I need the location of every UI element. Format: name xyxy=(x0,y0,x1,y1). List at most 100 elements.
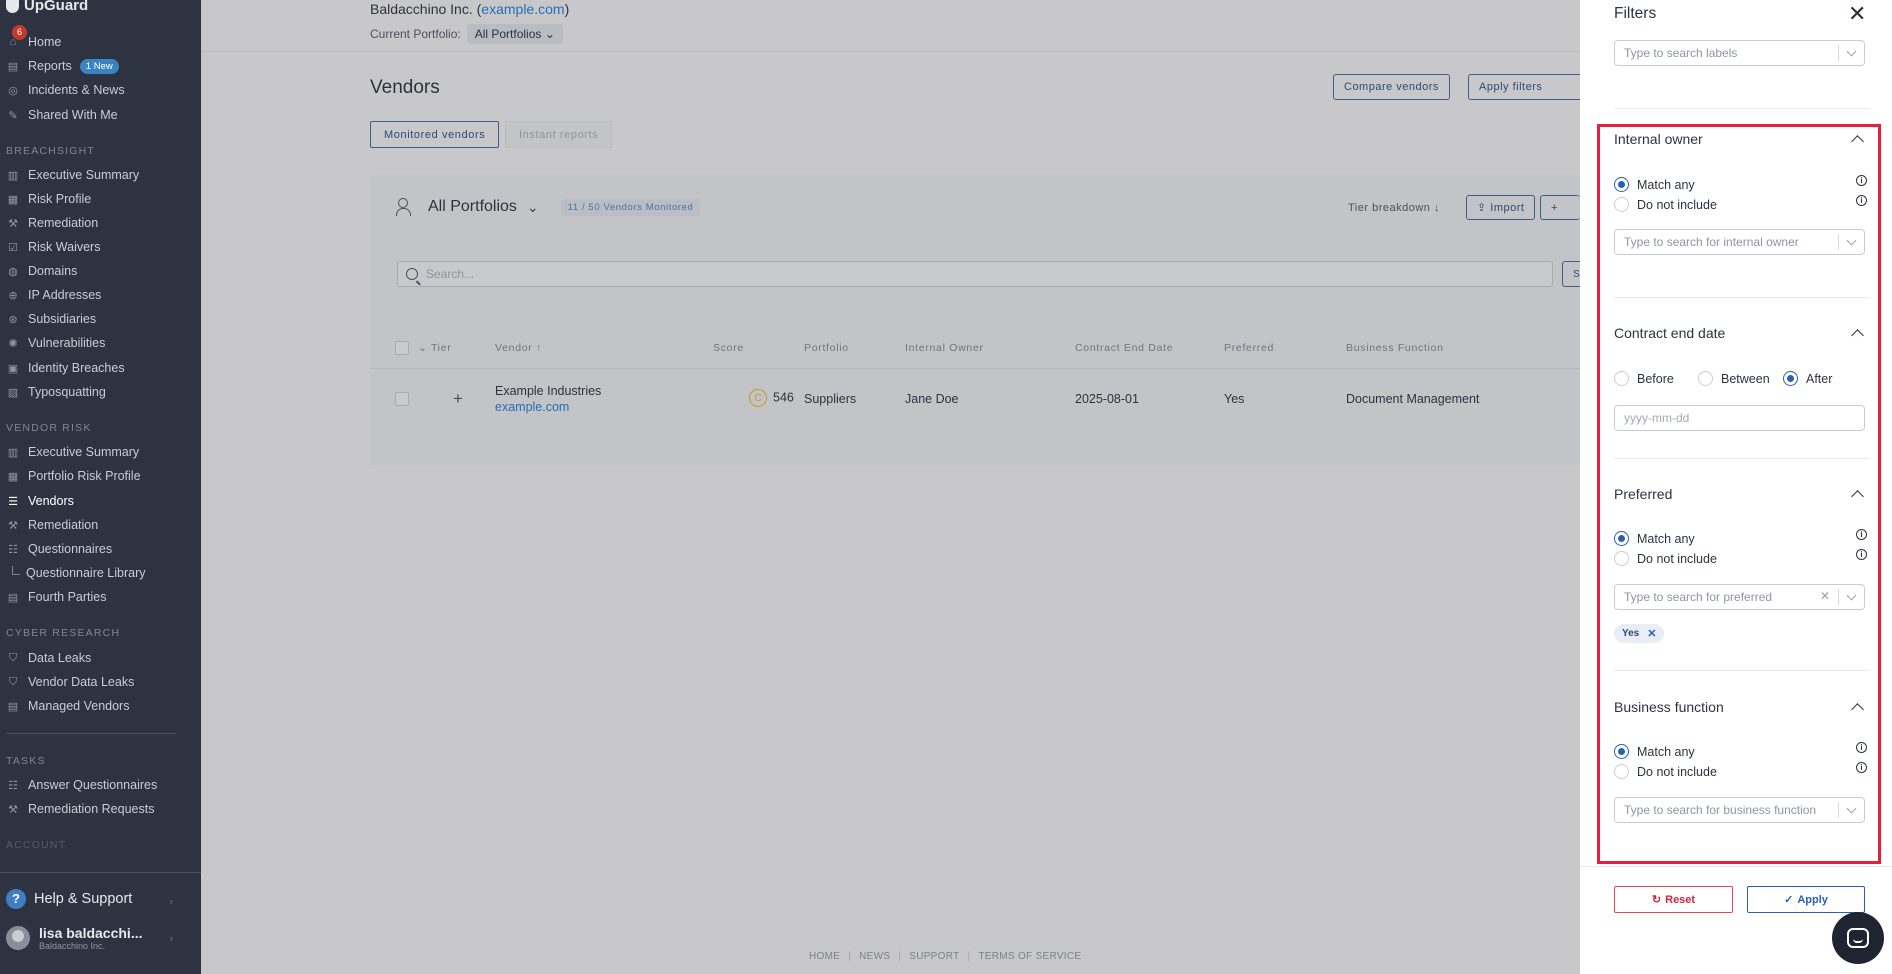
sidebar-item-label: Data Leaks xyxy=(28,651,92,665)
vendor-owner: Jane Doe xyxy=(905,392,959,406)
column-header-vendor[interactable]: Vendor ↑ xyxy=(495,342,542,354)
compare-vendors-button[interactable]: Compare vendors xyxy=(1333,74,1450,100)
footer-link-news[interactable]: NEWS xyxy=(859,951,890,962)
chat-launcher-button[interactable] xyxy=(1832,912,1884,964)
sidebar: UpGuard 6 ⌂ Home ▤ Reports 1 New ◎ Incidents… xyxy=(0,0,201,974)
sidebar-item-label: Vulnerabilities xyxy=(28,336,106,350)
sidebar-item-bs-remediation[interactable]: ⚒ Remediation xyxy=(0,213,98,233)
risk-icon: ▦ xyxy=(7,193,19,206)
sidebar-item-questionnaire-library[interactable]: Questionnaire Library xyxy=(12,563,146,583)
sidebar-item-answer-questionnaires[interactable]: ☷ Answer Questionnaires xyxy=(0,775,157,795)
managed-icon: ▤ xyxy=(7,700,19,713)
sidebar-item-risk-profile[interactable]: ▦ Risk Profile xyxy=(0,189,91,209)
sidebar-item-questionnaires[interactable]: ☷ Questionnaires xyxy=(0,539,112,559)
chevron-down-icon: ⌄ xyxy=(544,27,555,41)
sidebar-item-label: Subsidiaries xyxy=(28,312,97,326)
portfolio-value: All Portfolios xyxy=(474,27,542,41)
sidebar-item-subsidiaries[interactable]: ⊛ Subsidiaries xyxy=(0,309,96,329)
select-all-checkbox[interactable] xyxy=(395,341,409,355)
import-button[interactable]: ⇪ Import xyxy=(1466,195,1536,220)
tier-breakdown-button[interactable]: Tier breakdown ↓ xyxy=(1348,202,1440,214)
brand-logo[interactable]: UpGuard xyxy=(6,0,88,14)
sidebar-item-label: Risk Profile xyxy=(28,192,92,206)
footer-link-home[interactable]: HOME xyxy=(809,951,840,962)
sidebar-item-label: Answer Questionnaires xyxy=(28,778,158,792)
tree-branch-icon xyxy=(12,565,20,575)
sidebar-item-vendors[interactable]: ☰ Vendors xyxy=(0,491,74,511)
tab-monitored-vendors[interactable]: Monitored vendors xyxy=(370,121,500,148)
add-tier-icon[interactable]: + xyxy=(453,389,463,409)
footer-link-support[interactable]: SUPPORT xyxy=(909,951,959,962)
vendor-domain[interactable]: example.com xyxy=(495,400,569,414)
column-header-business-function[interactable]: Business Function xyxy=(1346,342,1444,354)
sidebar-item-incidents[interactable]: ◎ Incidents & News xyxy=(0,80,124,100)
column-header-portfolio[interactable]: Portfolio xyxy=(804,342,849,354)
sidebar-item-risk-waivers[interactable]: ☑ Risk Waivers xyxy=(0,237,100,257)
sidebar-item-data-leaks[interactable]: ⛉ Data Leaks xyxy=(0,648,91,668)
apply-button[interactable]: ✓ Apply xyxy=(1747,886,1865,913)
add-vendor-button[interactable]: + xyxy=(1540,195,1580,220)
shield-icon: ⛉ xyxy=(8,675,18,688)
upload-icon: ⇪ xyxy=(1477,202,1487,214)
sidebar-item-typosquatting[interactable]: ▧ Typosquatting xyxy=(0,382,106,402)
portfolio-dropdown[interactable]: All Portfolios ⌄ xyxy=(466,24,563,44)
search-icon xyxy=(406,268,418,280)
arrow-down-icon: ↓ xyxy=(1433,202,1440,214)
sidebar-item-managed-vendors[interactable]: ▤ Managed Vendors xyxy=(0,696,130,716)
sidebar-item-vulnerabilities[interactable]: ✺ Vulnerabilities xyxy=(0,333,105,353)
column-header-internal-owner[interactable]: Internal Owner xyxy=(905,342,984,354)
users-icon xyxy=(396,197,418,217)
page-title: Vendors xyxy=(370,77,440,98)
reset-button[interactable]: ↻ Reset xyxy=(1614,886,1733,913)
sidebar-item-portfolio-risk-profile[interactable]: ▦ Portfolio Risk Profile xyxy=(0,466,141,486)
checklist-icon: ☷ xyxy=(8,779,18,792)
column-header-contract-end[interactable]: Contract End Date xyxy=(1075,342,1173,354)
checklist-icon: ☷ xyxy=(8,543,18,556)
close-icon[interactable]: ✕ xyxy=(1848,1,1866,27)
column-header-label: Tier xyxy=(430,342,452,354)
sidebar-item-label: Fourth Parties xyxy=(28,590,107,604)
org-domain-link[interactable]: example.com xyxy=(481,1,564,17)
column-header-score[interactable]: Score xyxy=(713,342,744,354)
import-label: Import xyxy=(1490,201,1525,214)
sidebar-item-vr-remediation[interactable]: ⚒ Remediation xyxy=(0,515,98,535)
sidebar-item-fourth-parties[interactable]: ▤ Fourth Parties xyxy=(0,587,107,607)
list-icon: ☰ xyxy=(8,495,18,508)
vendor-search-input[interactable]: Search... xyxy=(397,261,1553,287)
shield-icon: ⛉ xyxy=(8,651,18,664)
sidebar-item-shared[interactable]: ✎ Shared With Me xyxy=(0,105,117,125)
row-checkbox[interactable] xyxy=(395,392,409,406)
shared-icon: ✎ xyxy=(8,109,18,122)
help-label: Help & Support xyxy=(34,891,133,907)
sidebar-item-vr-executive-summary[interactable]: ▥ Executive Summary xyxy=(0,442,139,462)
sidebar-item-remediation-requests[interactable]: ⚒ Remediation Requests xyxy=(0,799,154,819)
sidebar-item-domains[interactable]: ◍ Domains xyxy=(0,261,77,281)
chevron-down-icon[interactable]: ⌄ xyxy=(527,199,539,216)
vendor-name[interactable]: Example Industries xyxy=(495,384,601,398)
report-icon: ▤ xyxy=(7,60,19,73)
labels-search-select[interactable]: Type to search labels xyxy=(1614,40,1865,66)
column-header-tier[interactable]: ⌄ Tier xyxy=(418,342,451,354)
apply-filters-button[interactable]: Apply filters xyxy=(1468,74,1580,100)
sidebar-item-vendor-data-leaks[interactable]: ⛉ Vendor Data Leaks xyxy=(0,672,134,692)
labels-placeholder: Type to search labels xyxy=(1624,46,1738,60)
user-menu[interactable]: lisa baldacchi... Baldacchino Inc. xyxy=(6,925,143,951)
tier-breakdown-label: Tier breakdown xyxy=(1348,202,1431,214)
filters-panel: Filters ✕ Type to search labels Internal… xyxy=(1580,0,1892,974)
chat-icon xyxy=(1847,928,1869,948)
column-header-preferred[interactable]: Preferred xyxy=(1224,342,1274,354)
sidebar-item-identity-breaches[interactable]: ▣ Identity Breaches xyxy=(0,358,125,378)
sidebar-item-bs-executive-summary[interactable]: ▥ Executive Summary xyxy=(0,165,139,185)
sidebar-item-reports[interactable]: ▤ Reports 1 New xyxy=(0,56,119,76)
sidebar-item-home[interactable]: ⌂ Home xyxy=(0,32,62,52)
chevron-down-icon[interactable] xyxy=(1838,45,1864,61)
tab-instant-reports[interactable]: Instant reports xyxy=(505,121,613,148)
footer-link-terms[interactable]: TERMS OF SERVICE xyxy=(978,951,1081,962)
main-content: Baldacchino Inc. (example.com) Current P… xyxy=(201,0,1583,974)
sidebar-item-ip-addresses[interactable]: ⊕ IP Addresses xyxy=(0,285,101,305)
help-support-link[interactable]: ? Help & Support xyxy=(6,889,132,909)
sidebar-item-label: Remediation xyxy=(28,216,99,230)
card-title[interactable]: All Portfolios xyxy=(428,198,517,216)
search-placeholder: Search... xyxy=(426,267,475,281)
vendor-business-function: Document Management xyxy=(1346,392,1480,406)
